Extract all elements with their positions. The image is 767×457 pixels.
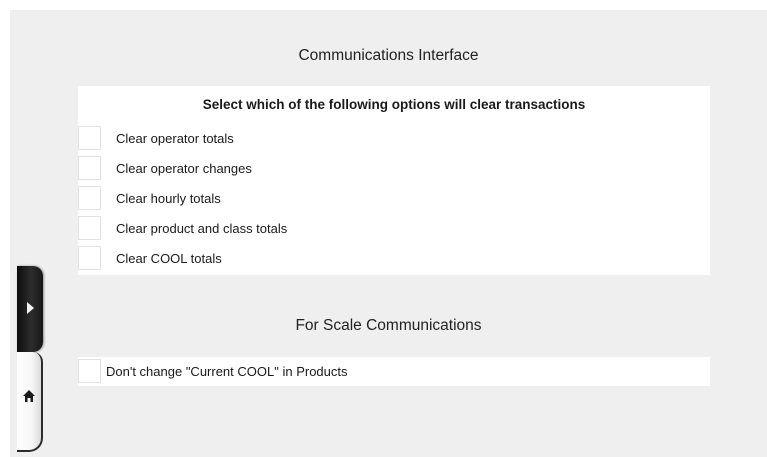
section-title-communications-interface: Communications Interface — [298, 47, 479, 64]
option-label: Don't change "Current COOL" in Products — [106, 364, 348, 379]
home-button[interactable] — [17, 352, 43, 452]
clear-options-header: Select which of the following options wi… — [202, 97, 586, 112]
option-label: Clear COOL totals — [116, 251, 222, 266]
option-label: Clear hourly totals — [116, 191, 221, 206]
home-icon — [23, 390, 35, 402]
scale-options-card: Don't change "Current COOL" in Products — [78, 357, 710, 386]
checkbox-dont-change-current-cool[interactable] — [78, 359, 101, 383]
triangle-right-icon — [27, 302, 34, 314]
section-title-scale-communications: For Scale Communications — [295, 317, 482, 334]
option-label: Clear operator totals — [116, 131, 234, 146]
option-dont-change-current-cool[interactable]: Don't change "Current COOL" in Products — [78, 359, 710, 385]
checkbox-clear-operator-totals[interactable] — [78, 126, 101, 150]
settings-panel: Communications Interface Select which of… — [10, 10, 767, 457]
option-clear-operator-totals[interactable]: Clear operator totals — [78, 126, 710, 152]
option-label: Clear product and class totals — [116, 221, 288, 236]
drawer-expand-button[interactable] — [17, 266, 43, 352]
checkbox-clear-operator-changes[interactable] — [78, 156, 101, 180]
option-clear-hourly-totals[interactable]: Clear hourly totals — [78, 186, 710, 212]
option-label: Clear operator changes — [116, 161, 252, 176]
checkbox-clear-cool-totals[interactable] — [78, 246, 101, 270]
option-clear-operator-changes[interactable]: Clear operator changes — [78, 156, 710, 182]
checkbox-clear-product-and-class-totals[interactable] — [78, 216, 101, 240]
screen: Communications Interface Select which of… — [0, 0, 767, 457]
checkbox-clear-hourly-totals[interactable] — [78, 186, 101, 210]
option-clear-product-and-class-totals[interactable]: Clear product and class totals — [78, 216, 710, 242]
clear-options-card: Select which of the following options wi… — [78, 86, 710, 275]
option-clear-cool-totals[interactable]: Clear COOL totals — [78, 246, 710, 272]
